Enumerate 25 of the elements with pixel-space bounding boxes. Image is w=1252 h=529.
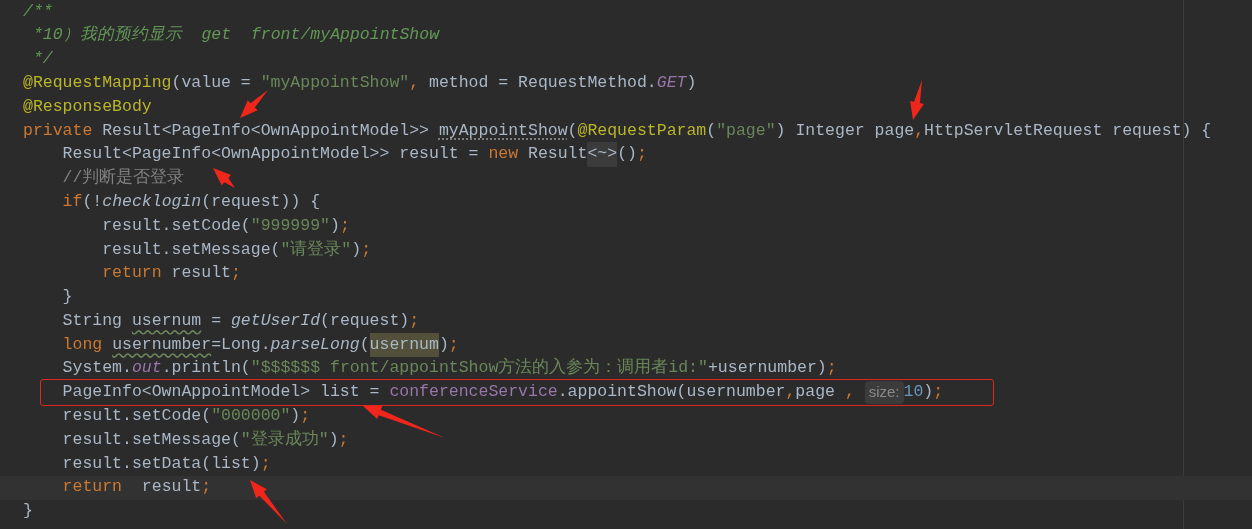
code-line: }: [23, 500, 33, 523]
code-line: result.setData(list);: [61, 452, 271, 475]
code-line: result.setMessage("请登录");: [101, 238, 372, 261]
code-line: return result;: [61, 476, 212, 499]
code-line: */: [31, 48, 53, 71]
code-line: @ResponseBody: [23, 95, 152, 118]
code-line: Result<PageInfo<OwnAppointModel>> result = new Result<~>();: [23, 142, 647, 167]
code-line: return result;: [101, 262, 241, 285]
annotation-arrow: [213, 168, 235, 188]
code-line: PageInfo<OwnAppointModel> list = conferenceService.appointShow(usernumber,page , size: 10);: [61, 380, 944, 405]
annotation-arrow: [910, 80, 924, 120]
code-line: result.setCode("000000");: [61, 405, 311, 428]
code-line: /**: [23, 0, 53, 23]
code-line: @RequestMapping(value = "myAppointShow", method = RequestMethod.GET): [23, 71, 697, 94]
annotation-arrow: [240, 90, 268, 118]
code-line: String usernum = getUserId(request);: [61, 309, 420, 332]
code-line: //判断是否登录: [61, 167, 185, 190]
code-line: if(!checklogin(request)) {: [61, 190, 321, 213]
code-line: System.out.println("$$$$$$ front/appointShow方法的入参为：调用者id:"+usernumber);: [61, 357, 837, 380]
code-line: result.setMessage("登录成功");: [61, 428, 349, 451]
code-line: result.setCode("999999");: [101, 214, 350, 237]
code-line: private Result<PageInfo<OwnAppointModel>> myAppointShow(@RequestParam("page") Integer page,HttpServletRequest request) {: [23, 119, 1212, 142]
code-line: *10）我的预约显示 get front/myAppointShow: [31, 24, 440, 47]
code-line: long usernumber=Long.parseLong(usernum);: [23, 333, 459, 357]
code-line: }: [61, 286, 73, 309]
